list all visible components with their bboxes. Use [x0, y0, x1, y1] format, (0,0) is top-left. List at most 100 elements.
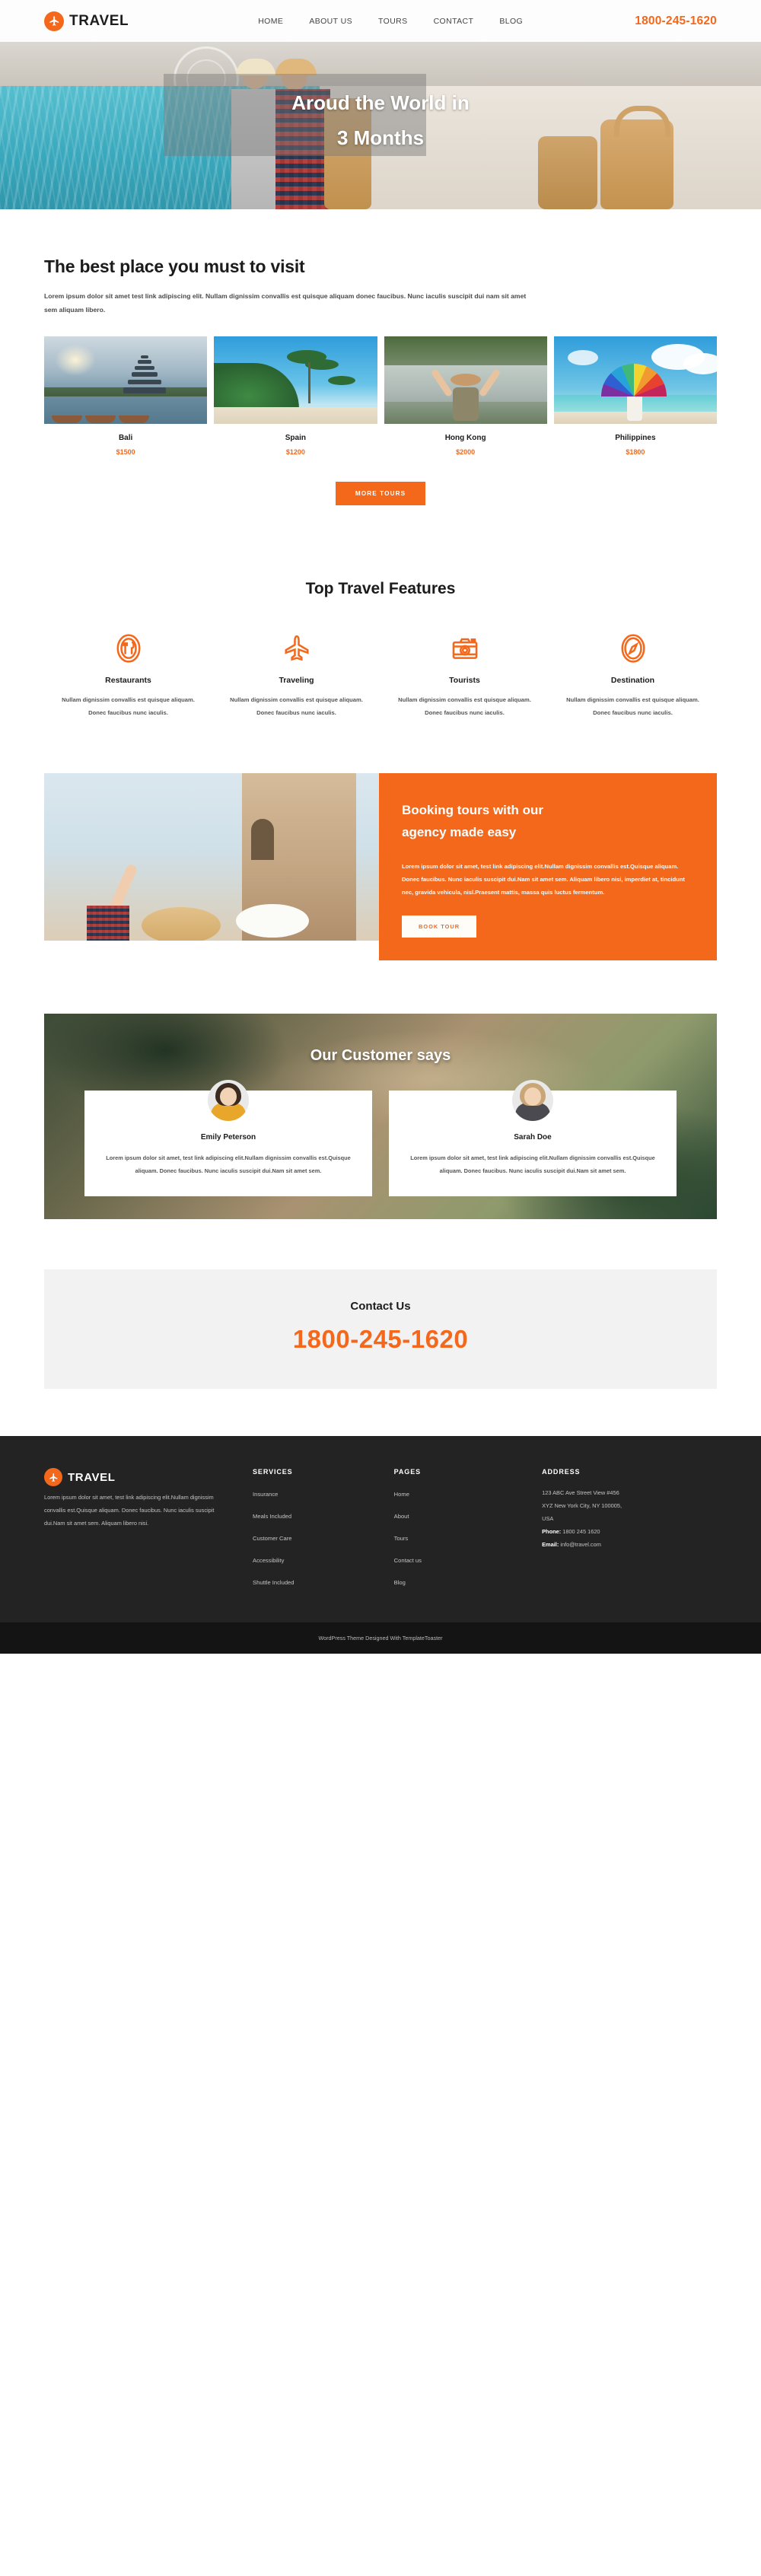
address-line-1: 123 ABC Ave Street View #456 [542, 1489, 619, 1497]
footer-services-list: Insurance Meals Included Customer Care A… [253, 1486, 394, 1588]
hero-banner: Aroud the World in 3 Months [0, 42, 761, 209]
book-tour-button[interactable]: BOOK TOUR [402, 915, 477, 938]
footer-about-text: Lorem ipsum dolor sit amet, test link ad… [44, 1494, 215, 1527]
footer-services-column: SERVICES Insurance Meals Included Custom… [253, 1468, 394, 1597]
site-header: TRAVEL HOME ABOUT US TOURS CONTACT BLOG … [0, 0, 761, 42]
footer-link-tours[interactable]: Tours [394, 1535, 409, 1542]
contact-section: Contact Us 1800-245-1620 [44, 1269, 717, 1390]
footer-link-customer-care[interactable]: Customer Care [253, 1535, 291, 1542]
destination-card[interactable]: Spain $1200 [214, 336, 377, 456]
footer-logo[interactable]: TRAVEL [44, 1468, 233, 1487]
nav-item-contact[interactable]: CONTACT [434, 17, 474, 26]
destination-image-hong-kong [384, 336, 547, 425]
feature-name: Traveling [279, 676, 314, 686]
feature-name: Restaurants [105, 676, 151, 686]
feature-name: Tourists [449, 676, 480, 686]
header-phone[interactable]: 1800-245-1620 [635, 14, 717, 28]
destination-name: Bali [118, 434, 133, 443]
destination-price: $2000 [456, 448, 476, 457]
compass-icon [561, 632, 705, 665]
footer-link-accessibility[interactable]: Accessibility [253, 1557, 284, 1564]
footer-phone-row: Phone: 1800 245 1620 [542, 1525, 717, 1538]
feature-item-tourists: Tourists Nullam dignissim convallis est … [380, 632, 549, 719]
footer-phone-value[interactable]: 1800 245 1620 [561, 1528, 600, 1535]
destination-price: $1200 [285, 448, 305, 457]
testimonial-cards: Emily Peterson Lorem ipsum dolor sit ame… [44, 1080, 717, 1196]
destination-image-philippines [553, 336, 717, 425]
feature-name: Destination [610, 676, 655, 686]
feature-desc: Nullam dignissim convallis est quisque a… [62, 696, 195, 716]
airplane-icon [44, 1468, 62, 1487]
best-place-title: The best place you must to visit [44, 256, 305, 276]
destination-card[interactable]: Philippines $1800 [553, 336, 717, 456]
logo-text: TRAVEL [69, 12, 129, 29]
nav-item-tours[interactable]: TOURS [378, 17, 408, 26]
list-item: Contact us [394, 1552, 542, 1566]
testimonial-card: Emily Peterson Lorem ipsum dolor sit ame… [84, 1080, 372, 1196]
list-item: Insurance [253, 1486, 394, 1500]
contact-phone-number[interactable]: 1800-245-1620 [44, 1325, 717, 1354]
list-item: Accessibility [253, 1552, 394, 1566]
destination-name: Hong Kong [444, 434, 486, 443]
booking-section: Booking tours with our agency made easy … [44, 772, 717, 961]
list-item: Home [394, 1486, 542, 1500]
testimonial-name: Emily Peterson [200, 1133, 256, 1142]
features-grid: Restaurants Nullam dignissim convallis e… [44, 632, 717, 719]
testimonials-title: Our Customer says [310, 1047, 451, 1065]
footer-address-heading: ADDRESS [542, 1468, 581, 1476]
site-footer: TRAVEL Lorem ipsum dolor sit amet, test … [0, 1436, 761, 1623]
booking-image [44, 772, 379, 941]
feature-desc: Nullam dignissim convallis est quisque a… [398, 696, 531, 716]
footer-copyright: WordPress Theme Designed With TemplateTo… [0, 1622, 761, 1654]
footer-about-column: TRAVEL Lorem ipsum dolor sit amet, test … [44, 1468, 253, 1597]
site-logo[interactable]: TRAVEL [44, 11, 129, 31]
airplane-icon [44, 11, 64, 31]
footer-address-column: ADDRESS 123 ABC Ave Street View #456 XYZ… [542, 1468, 717, 1597]
destination-name: Philippines [615, 434, 656, 443]
footer-pages-heading: PAGES [393, 1468, 421, 1476]
destination-image-spain [214, 336, 377, 425]
camera-icon [393, 632, 537, 665]
list-item: About [394, 1508, 542, 1522]
nav-item-blog[interactable]: BLOG [499, 17, 523, 26]
features-section: Top Travel Features Restaurants Nullam d… [0, 551, 761, 772]
destination-name: Spain [285, 434, 306, 443]
feature-item-traveling: Traveling Nullam dignissim convallis est… [212, 632, 380, 719]
contact-title: Contact Us [350, 1300, 411, 1313]
footer-logo-text: TRAVEL [68, 1470, 116, 1484]
list-item: Blog [394, 1575, 542, 1588]
more-tours-button[interactable]: MORE TOURS [335, 482, 426, 506]
footer-link-home[interactable]: Home [394, 1491, 409, 1498]
testimonial-card: Sarah Doe Lorem ipsum dolor sit amet, te… [389, 1080, 677, 1196]
feature-item-restaurants: Restaurants Nullam dignissim convallis e… [44, 632, 212, 719]
list-item: Customer Care [253, 1530, 394, 1544]
destination-card[interactable]: Bali $1500 [44, 336, 208, 456]
nav-item-home[interactable]: HOME [258, 17, 283, 26]
plate-cutlery-icon [56, 632, 200, 665]
footer-link-blog[interactable]: Blog [394, 1579, 406, 1586]
booking-paragraph: Lorem ipsum dolor sit amet, test link ad… [402, 862, 685, 896]
footer-link-contact-us[interactable]: Contact us [394, 1557, 422, 1564]
testimonial-text: Lorem ipsum dolor sit amet, test link ad… [106, 1154, 351, 1174]
testimonial-name: Sarah Doe [514, 1133, 552, 1142]
hero-title: Aroud the World in 3 Months [0, 86, 761, 155]
main-nav: HOME ABOUT US TOURS CONTACT BLOG [258, 17, 523, 26]
footer-link-about[interactable]: About [394, 1513, 409, 1520]
footer-email-value[interactable]: info@travel.com [559, 1541, 601, 1548]
footer-link-meals-included[interactable]: Meals Included [253, 1513, 291, 1520]
footer-pages-list: Home About Tours Contact us Blog [394, 1486, 542, 1588]
hero-title-line2: 3 Months [336, 126, 425, 149]
destination-card[interactable]: Hong Kong $2000 [384, 336, 547, 456]
footer-email-row: Email: info@travel.com [542, 1538, 717, 1551]
footer-link-insurance[interactable]: Insurance [253, 1491, 278, 1498]
address-line-2: XYZ New York City, NY 100005, [542, 1502, 622, 1510]
footer-phone-label: Phone: [542, 1528, 562, 1536]
booking-heading-line1: Booking tours with our [402, 802, 544, 817]
feature-desc: Nullam dignissim convallis est quisque a… [566, 696, 699, 716]
footer-link-shuttle-included[interactable]: Shuttle Included [253, 1579, 294, 1586]
testimonial-text: Lorem ipsum dolor sit amet, test link ad… [410, 1154, 655, 1174]
booking-heading: Booking tours with our agency made easy [402, 799, 691, 843]
page-root: TRAVEL HOME ABOUT US TOURS CONTACT BLOG … [0, 0, 761, 1654]
nav-item-about-us[interactable]: ABOUT US [309, 17, 352, 26]
booking-content: Booking tours with our agency made easy … [379, 772, 717, 961]
